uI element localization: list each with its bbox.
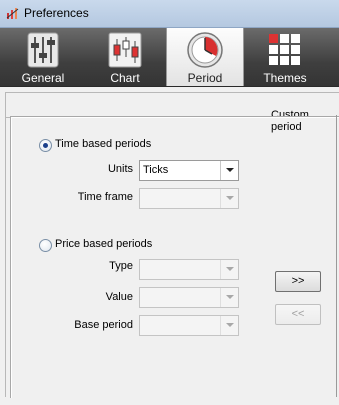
tab-chart-label: Chart: [110, 71, 140, 85]
time-based-radio[interactable]: [39, 139, 52, 152]
time-based-label: Time based periods: [55, 138, 152, 150]
window-titlebar: Preferences: [0, 0, 339, 28]
time-frame-label: Time frame: [77, 191, 133, 203]
window-title: Preferences: [24, 6, 89, 20]
preferences-toolbar: General Chart Period Themes: [0, 28, 339, 87]
chevron-down-icon: [226, 295, 234, 299]
units-select-value: Ticks: [143, 164, 169, 176]
value-dropdown[interactable]: [220, 288, 238, 307]
units-select[interactable]: Ticks: [139, 160, 239, 181]
sliders-icon: [24, 31, 62, 69]
price-based-label: Price based periods: [55, 238, 153, 250]
chevron-down-icon: [226, 323, 234, 327]
chevron-down-icon: [226, 267, 234, 271]
tab-general-label: General: [21, 71, 65, 85]
period-settings-panel: Custom period Time based periods Units T…: [5, 92, 339, 398]
base-period-label: Base period: [74, 319, 133, 331]
tab-period[interactable]: Period: [166, 28, 244, 86]
add-period-button[interactable]: >>: [275, 271, 321, 292]
base-period-dropdown[interactable]: [220, 316, 238, 335]
candlestick-chart-icon: [106, 31, 144, 69]
type-select[interactable]: [139, 259, 239, 280]
tab-general[interactable]: General: [4, 28, 82, 86]
price-based-radio[interactable]: [39, 239, 52, 252]
base-period-select[interactable]: [139, 315, 239, 336]
units-label: Units: [107, 163, 133, 175]
time-frame-dropdown[interactable]: [220, 189, 238, 208]
custom-period-frame: [10, 116, 339, 398]
tab-chart[interactable]: Chart: [86, 28, 164, 86]
frame-right-edge: [336, 115, 337, 397]
units-select-dropdown[interactable]: [220, 161, 238, 180]
remove-period-button[interactable]: <<: [275, 304, 321, 325]
tab-period-label: Period: [187, 71, 223, 85]
tab-themes-label: Themes: [263, 71, 307, 85]
preferences-app-icon: [6, 6, 20, 20]
type-label: Type: [109, 260, 133, 272]
clock-icon: [186, 31, 224, 69]
tab-themes[interactable]: Themes: [246, 28, 324, 86]
value-select[interactable]: [139, 287, 239, 308]
value-label: Value: [105, 291, 133, 303]
chevron-down-icon: [226, 196, 234, 200]
time-frame-select[interactable]: [139, 188, 239, 209]
type-dropdown[interactable]: [220, 260, 238, 279]
grid-icon: [266, 31, 304, 69]
chevron-down-icon: [226, 168, 234, 172]
